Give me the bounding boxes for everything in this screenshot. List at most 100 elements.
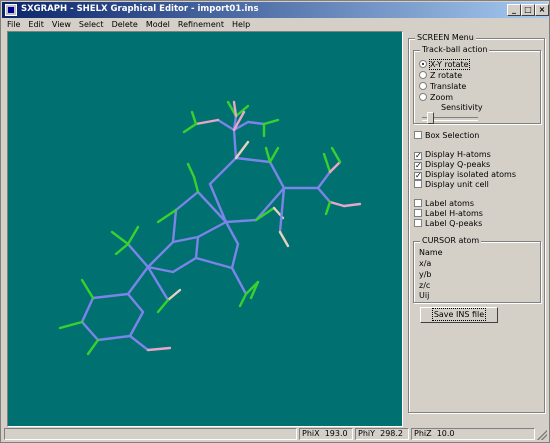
- bond-line: [126, 292, 145, 314]
- display-q-peaks-checkbox[interactable]: ✓ Display Q-peaks: [414, 160, 490, 170]
- phiz-value: 10.0: [436, 429, 455, 438]
- label-atoms-checkbox[interactable]: Label atoms: [414, 199, 474, 209]
- display-isolated-atoms-box[interactable]: ✓: [414, 172, 422, 180]
- cursor-yb-field: y/b: [419, 270, 432, 279]
- menu-model[interactable]: Model: [142, 18, 174, 32]
- status-phix: PhiX 193.0: [299, 428, 353, 440]
- bond-line: [316, 186, 332, 204]
- bond-line: [174, 190, 200, 212]
- bond-line: [194, 118, 220, 126]
- bond-line: [96, 334, 132, 342]
- status-bar: PhiX 193.0 PhiY 298.2 PhiZ 10.0: [2, 427, 548, 441]
- bond-line: [230, 242, 240, 270]
- bond-line: [80, 278, 95, 300]
- cursor-atom-label: CURSOR atom: [420, 236, 482, 246]
- sxgraph-app-icon[interactable]: [5, 4, 17, 16]
- bond-line: [230, 266, 248, 296]
- radio-translate-dot[interactable]: [419, 82, 427, 90]
- bond-line: [126, 242, 150, 269]
- display-isolated-atoms-checkbox[interactable]: ✓ Display isolated atoms: [414, 170, 516, 180]
- label-h-atoms-checkbox[interactable]: Label H-atoms: [414, 209, 483, 219]
- radio-translate[interactable]: Translate: [419, 82, 466, 92]
- bond-line: [196, 220, 228, 239]
- molecule-viewport[interactable]: [7, 31, 403, 427]
- molecule-graphic: [58, 100, 362, 356]
- bond-line: [58, 320, 84, 330]
- sensitivity-slider-thumb[interactable]: [427, 112, 434, 124]
- bond-line: [238, 292, 248, 308]
- menu-view[interactable]: View: [48, 18, 75, 32]
- trackball-group: Track-ball action X-Y rotate Z rotate Tr…: [413, 45, 541, 124]
- phiy-value: 298.2: [380, 429, 404, 438]
- menu-help[interactable]: Help: [228, 18, 254, 32]
- menu-select[interactable]: Select: [75, 18, 108, 32]
- label-q-peaks-checkbox[interactable]: Label Q-peaks: [414, 219, 482, 229]
- radio-xy-rotate-dot[interactable]: [419, 60, 427, 68]
- bond-line: [171, 256, 198, 274]
- maximize-button[interactable]: □: [521, 4, 535, 16]
- display-h-atoms-checkbox[interactable]: ✓ Display H-atoms: [414, 150, 491, 160]
- display-unit-cell-box[interactable]: [414, 180, 422, 188]
- bond-line: [190, 110, 198, 126]
- phiz-label: PhiZ: [414, 429, 432, 438]
- menu-delete[interactable]: Delete: [108, 18, 142, 32]
- radio-zoom[interactable]: Zoom: [419, 93, 453, 103]
- bond-line: [186, 162, 196, 179]
- label-q-peaks-box[interactable]: [414, 219, 422, 227]
- phix-value: 193.0: [324, 429, 348, 438]
- box-selection-checkbox[interactable]: Box Selection: [414, 131, 479, 141]
- bond-line: [156, 298, 170, 314]
- radio-zoom-dot[interactable]: [419, 93, 427, 101]
- screen-menu-label: SCREEN Menu: [415, 33, 476, 43]
- status-phiz: PhiZ 10.0: [411, 428, 535, 440]
- bond-line: [264, 146, 272, 164]
- minimize-button[interactable]: _: [507, 4, 521, 16]
- menu-file[interactable]: File: [2, 18, 24, 32]
- display-q-peaks-label: Display Q-peaks: [425, 160, 491, 169]
- radio-zoom-label: Zoom: [430, 93, 454, 102]
- bond-line: [232, 128, 238, 160]
- trackball-label: Track-ball action: [420, 45, 490, 55]
- radio-xy-rotate[interactable]: X-Y rotate: [419, 59, 470, 70]
- menu-refinement[interactable]: Refinement: [174, 18, 228, 32]
- display-q-peaks-box[interactable]: ✓: [414, 162, 422, 170]
- bond-line: [156, 208, 178, 224]
- menu-bar: File Edit View Select Delete Model Refinement H…: [2, 18, 548, 32]
- menu-edit[interactable]: Edit: [24, 18, 48, 32]
- radio-z-rotate-label: Z rotate: [430, 71, 463, 80]
- bond-line: [328, 200, 346, 208]
- bond-line: [196, 190, 228, 224]
- bond-line: [126, 265, 150, 296]
- display-h-atoms-label: Display H-atoms: [425, 150, 491, 159]
- display-isolated-atoms-label: Display isolated atoms: [425, 170, 517, 179]
- bond-line: [182, 122, 198, 134]
- close-button[interactable]: ×: [535, 4, 549, 16]
- box-selection-box[interactable]: [414, 131, 422, 139]
- bond-line: [128, 334, 150, 352]
- phiy-label: PhiY: [358, 429, 376, 438]
- save-ins-button-label: Save INS file: [431, 308, 487, 321]
- save-ins-button[interactable]: Save INS file: [420, 307, 498, 323]
- label-atoms-box[interactable]: [414, 199, 422, 207]
- bond-line: [268, 146, 280, 164]
- bond-line: [128, 310, 145, 338]
- main-window: SXGRAPH - SHELX Graphical Editor - impor…: [0, 0, 550, 443]
- bond-line: [146, 240, 175, 269]
- display-unit-cell-checkbox[interactable]: Display unit cell: [414, 180, 489, 190]
- bond-line: [324, 200, 332, 216]
- label-h-atoms-box[interactable]: [414, 209, 422, 217]
- bond-line: [80, 296, 95, 324]
- radio-z-rotate-dot[interactable]: [419, 71, 427, 79]
- bond-line: [278, 186, 286, 234]
- bond-line: [208, 156, 238, 186]
- cursor-name-field: Name: [419, 248, 443, 257]
- window-title: SXGRAPH - SHELX Graphical Editor - impor…: [21, 4, 259, 14]
- bond-line: [110, 230, 130, 246]
- resize-grip[interactable]: [537, 430, 547, 440]
- box-selection-label: Box Selection: [425, 131, 480, 140]
- bond-line: [91, 292, 130, 300]
- radio-z-rotate[interactable]: Z rotate: [419, 71, 462, 81]
- display-h-atoms-box[interactable]: ✓: [414, 152, 422, 160]
- radio-translate-label: Translate: [430, 82, 467, 91]
- screen-menu-group: SCREEN Menu Track-ball action X-Y rotate…: [408, 33, 545, 413]
